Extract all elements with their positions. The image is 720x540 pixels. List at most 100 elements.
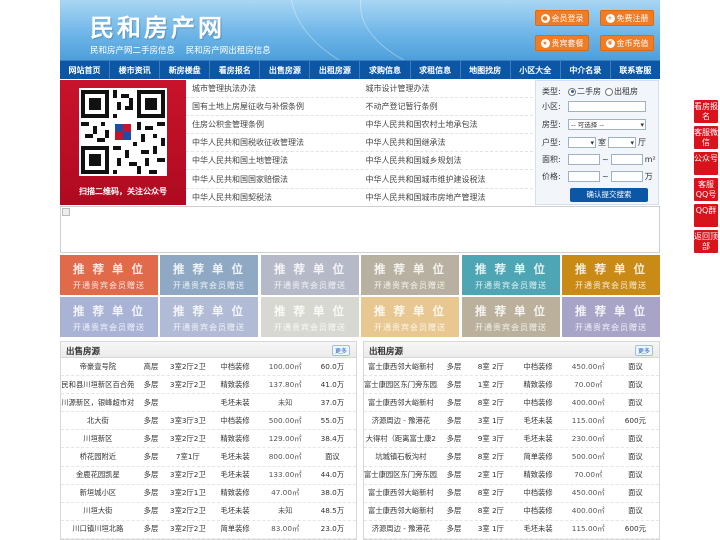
table-row[interactable]: 川垣新区 多层 3室2厅2卫 精致装修 129.00㎡ 38.4万 (61, 430, 356, 449)
area-min-input[interactable] (568, 154, 600, 165)
banner-slot[interactable] (60, 206, 660, 253)
policy-link[interactable]: 中华人民共和国农村土地承包法 (360, 119, 534, 130)
float-viewing-signup[interactable]: 看房报名 (694, 100, 718, 123)
area-max-input[interactable] (610, 154, 643, 165)
policy-link[interactable]: 中华人民共和国国家赔偿法 (186, 174, 360, 185)
nav-communities[interactable]: 小区大全 (511, 61, 561, 79)
nav-buy-requests[interactable]: 求购信息 (360, 61, 411, 79)
policy-link[interactable]: 中华人民共和国继承法 (360, 137, 534, 148)
type-radio-rental[interactable] (605, 87, 613, 96)
table-row[interactable]: 桥花园附近 多层 7室1厅 毛坯未装 800.00㎡ 面议 (61, 448, 356, 467)
more-button[interactable]: 更多 (634, 345, 653, 356)
listing-price: 23.0万 (320, 524, 345, 534)
login-button[interactable]: ● 会员登录 (535, 10, 589, 26)
policy-link[interactable]: 中华人民共和国土地管理法 (186, 155, 360, 166)
nav-viewing-signup[interactable]: 看房报名 (210, 61, 261, 79)
list-item: 城市管理执法办法 城市设计管理办法 (186, 80, 534, 99)
policy-link[interactable]: 城市管理执法办法 (186, 83, 360, 94)
policy-link[interactable]: 中华人民共和国城乡规划法 (360, 155, 534, 166)
policy-link[interactable]: 不动产登记暂行条例 (360, 101, 534, 112)
table-row[interactable]: 大得村（距离富士康2 多层 9室 3厅 毛坯未装 230.00㎡ 面议 (364, 430, 659, 449)
table-row[interactable]: 坑城镇石板沟村 多层 8室 2厅 简单装修 500.00㎡ 面议 (364, 448, 659, 467)
search-submit-button[interactable]: 确认提交搜索 (570, 188, 648, 202)
recommended-unit-ad[interactable]: 推 荐 单 位开通贵宾会员赠送 (462, 255, 560, 295)
house-type-select[interactable]: -- 可选择 -- (568, 119, 646, 130)
listing-price: 44.0万 (320, 470, 345, 480)
nav-contact-support[interactable]: 联系客服 (611, 61, 660, 79)
community-input[interactable] (568, 101, 646, 112)
price-max-input[interactable] (610, 171, 643, 182)
register-button[interactable]: + 免费注册 (600, 10, 654, 26)
rent-table: 富士康西邻大峪新村多层8室 2厅中档装修450.00㎡面议富士康园区东门旁东园三… (364, 358, 659, 539)
float-support-qq[interactable]: 客服QQ号 (694, 178, 718, 201)
more-button[interactable]: 更多 (331, 345, 350, 356)
table-row[interactable]: 富士康西邻大峪新村 多层 8室 2厅 中档装修 400.00㎡ 面议 (364, 394, 659, 413)
listing-name: 富士康园区东门旁东园三号 (364, 470, 438, 480)
listing-price: 600元 (624, 415, 646, 425)
table-row[interactable]: 富士康西邻大峪新村 多层 8室 2厅 中档装修 450.00㎡ 面议 (364, 485, 659, 503)
policy-link[interactable]: 中华人民共和国城市房地产管理法 (360, 192, 534, 203)
float-back-to-top[interactable]: 返回顶部 (694, 230, 718, 253)
price-min-input[interactable] (568, 171, 600, 182)
site-logo-title[interactable]: 民和房产网 (90, 8, 225, 43)
recommended-unit-ad[interactable]: 推 荐 单 位开通贵宾会员赠送 (361, 297, 459, 337)
table-row[interactable]: 金鹿花园凯星 多层 3室2厅2卫 毛坯未装 133.00㎡ 44.0万 (61, 467, 356, 485)
vip-package-button[interactable]: ★ 贵宾套餐 (535, 35, 589, 51)
recommended-unit-ad[interactable]: 推 荐 单 位开通贵宾会员赠送 (562, 297, 660, 337)
recommended-unit-ad[interactable]: 推 荐 单 位开通贵宾会员赠送 (562, 255, 660, 295)
listing-area: 400.00㎡ (571, 397, 605, 407)
recommended-unit-ad[interactable]: 推 荐 单 位开通贵宾会员赠送 (160, 297, 258, 337)
nav-agencies[interactable]: 中介名录 (561, 61, 611, 79)
nav-rent-listings[interactable]: 出租房源 (310, 61, 361, 79)
community-row: 小区: (542, 101, 646, 112)
table-row[interactable]: 济源周边 - 豫港花 多层 3室 1厅 毛坯未装 115.00㎡ 600元 (364, 412, 659, 431)
table-row[interactable]: 川源新区，银峰超市对 多层 毛坯未装 未知 37.0万 (61, 394, 356, 413)
listing-area: 500.00㎡ (268, 415, 302, 425)
nav-new-homes[interactable]: 新房楼盘 (160, 61, 211, 79)
table-row[interactable]: 富士康园区东门旁东园三号多层 2室 1厅 精致装修 70.00㎡ 面议 (364, 467, 659, 485)
recommended-unit-ad[interactable]: 推 荐 单 位开通贵宾会员赠送 (160, 255, 258, 295)
subtitle-sale-link[interactable]: 民和房产网二手房信息 (90, 46, 175, 56)
table-row[interactable]: 民和县川垣新区百合苑 多层 3室2厅2卫 精致装修 137.80㎡ 41.0万 (61, 376, 356, 395)
coin-recharge-button[interactable]: ¥ 金币充值 (600, 35, 654, 51)
table-row[interactable]: 富士康西邻大峪新村 多层 8室 2厅 中档装修 450.00㎡ 面议 (364, 358, 659, 377)
listing-area: 137.80㎡ (268, 379, 302, 389)
float-support-wechat[interactable]: 客服微信 (694, 126, 718, 149)
policy-link[interactable]: 中华人民共和国城市维护建设税法 (360, 174, 534, 185)
policy-link[interactable]: 住房公积金管理条例 (186, 119, 360, 130)
recommended-unit-ad[interactable]: 推 荐 单 位开通贵宾会员赠送 (261, 255, 359, 295)
nav-map-search[interactable]: 地图找房 (461, 61, 511, 79)
table-row[interactable]: 川口镇川垣北路 多层 3室2厅2卫 简单装修 83.00㎡ 23.0万 (61, 521, 356, 539)
list-item: 国有土地上房屋征收与补偿条例 不动产登记暂行条例 (186, 98, 534, 117)
table-row[interactable]: 川垣大街 多层 3室2厅2卫 毛坯未装 未知 48.5万 (61, 503, 356, 521)
listing-decoration: 毛坯未装 (523, 524, 553, 534)
table-row[interactable]: 新垣城小区 多层 3室2厅1卫 精致装修 47.00㎡ 38.0万 (61, 485, 356, 503)
listing-area: 未知 (277, 506, 293, 516)
type-radio-secondhand[interactable] (568, 87, 576, 96)
listing-area: 70.00㎡ (574, 470, 603, 480)
nav-home[interactable]: 网站首页 (60, 61, 111, 79)
room-count-select[interactable] (568, 137, 596, 148)
listing-area: 500.00㎡ (571, 452, 605, 462)
nav-sale-listings[interactable]: 出售房源 (260, 61, 311, 79)
policy-link[interactable]: 中华人民共和国税收征收管理法 (186, 137, 360, 148)
subtitle-rent-link[interactable]: 民和房产网出租房信息 (186, 46, 271, 56)
recommended-unit-ad[interactable]: 推 荐 单 位开通贵宾会员赠送 (60, 255, 158, 295)
float-official-account[interactable]: 公众号 (694, 152, 718, 175)
table-row[interactable]: 帝豪壹号院 高层 3室2厅2卫 中档装修 100.00㎡ 60.0万 (61, 358, 356, 377)
float-qq-group[interactable]: QQ群 (694, 204, 718, 227)
policy-link[interactable]: 国有土地上房屋征收与补偿条例 (186, 101, 360, 112)
table-row[interactable]: 济源周边 - 豫港花 多层 3室 1厅 毛坯未装 115.00㎡ 600元 (364, 521, 659, 539)
recommended-unit-ad[interactable]: 推 荐 单 位开通贵宾会员赠送 (361, 255, 459, 295)
recommended-unit-ad[interactable]: 推 荐 单 位开通贵宾会员赠送 (462, 297, 560, 337)
table-row[interactable]: 富士康园区东门旁东园三号多层 1室 2厅 精致装修 70.00㎡ 面议 (364, 376, 659, 395)
recommended-unit-ad[interactable]: 推 荐 单 位开通贵宾会员赠送 (261, 297, 359, 337)
table-row[interactable]: 富士康西邻大峪新村 多层 8室 2厅 中档装修 400.00㎡ 面议 (364, 503, 659, 521)
hall-count-select[interactable] (608, 137, 636, 148)
policy-link[interactable]: 中华人民共和国契税法 (186, 192, 360, 203)
recommended-unit-ad[interactable]: 推 荐 单 位开通贵宾会员赠送 (60, 297, 158, 337)
nav-news[interactable]: 楼市资讯 (110, 61, 161, 79)
policy-link[interactable]: 城市设计管理办法 (360, 83, 534, 94)
table-row[interactable]: 北大街 多层 3室3厅3卫 中档装修 500.00㎡ 55.0万 (61, 412, 356, 431)
nav-rent-requests[interactable]: 求租信息 (411, 61, 461, 79)
